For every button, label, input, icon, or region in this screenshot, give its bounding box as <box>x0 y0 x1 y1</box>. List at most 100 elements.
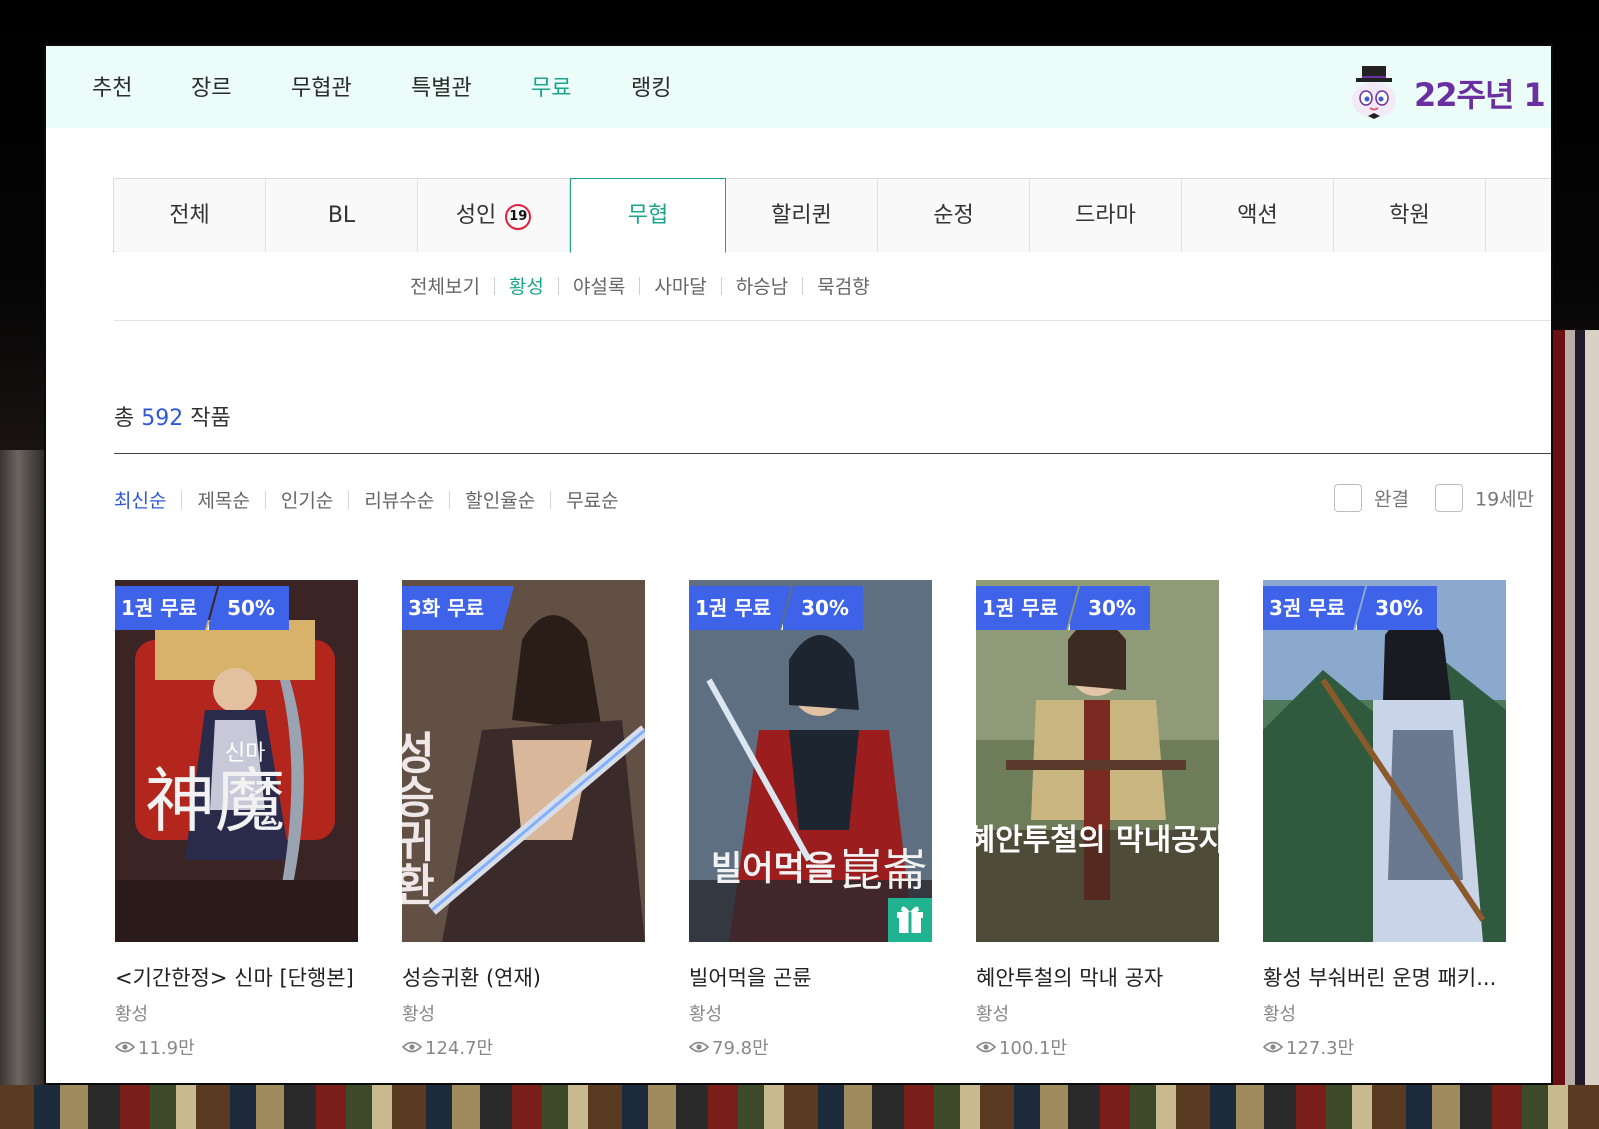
sort-reviews[interactable]: 리뷰수순 <box>364 486 434 513</box>
author-sub-tabs: 전체보기 황성 야설록 사마달 하승남 묵검향 <box>410 272 870 302</box>
book-card[interactable]: 빌어먹을 崑崙 1권 무료 30% 빌어먹을 곤륜 황성 79.8만 <box>689 580 932 1060</box>
eye-icon <box>402 1041 422 1053</box>
book-cover[interactable]: 神魔 신마 1권 무료 50% <box>115 580 358 942</box>
book-cover[interactable]: 혜안투철의 막내공자 1권 무료 30% <box>976 580 1219 942</box>
promo-text: 22주년 1 <box>1414 76 1546 114</box>
book-author[interactable]: 황성 <box>115 1000 358 1026</box>
completed-checkbox[interactable] <box>1334 484 1362 512</box>
book-views: 100.1만 <box>976 1034 1219 1060</box>
book-cover[interactable]: 빌어먹을 崑崙 1권 무료 30% <box>689 580 932 942</box>
webpage: 추천 장르 무협관 특별관 무료 랭킹 22주년 1 전체 BL 성인 19 무… <box>46 46 1553 1085</box>
sort-latest[interactable]: 최신순 <box>114 486 166 513</box>
divider <box>264 491 266 509</box>
discount-label: 30% <box>781 586 863 630</box>
completed-label: 완결 <box>1374 488 1409 511</box>
promo-tag: 1권 무료 30% <box>689 586 863 630</box>
cover-calligraphy: 崑崙 <box>839 845 927 896</box>
tab-drama[interactable]: 드라마 <box>1030 179 1182 252</box>
gift-icon[interactable] <box>888 898 932 942</box>
tab-school[interactable]: 학원 <box>1334 179 1486 252</box>
views-count: 79.8만 <box>712 1038 769 1059</box>
book-title[interactable]: 황성 부숴버린 운명 패키... <box>1263 962 1506 992</box>
book-title[interactable]: 성승귀환 (연재) <box>402 962 645 992</box>
book-views: 11.9만 <box>115 1034 358 1060</box>
views-count: 100.1만 <box>999 1038 1068 1059</box>
subtab-mukgeomhyang[interactable]: 묵검향 <box>817 272 869 299</box>
book-author[interactable]: 황성 <box>402 1000 645 1026</box>
tab-adult[interactable]: 성인 19 <box>418 179 570 252</box>
book-author[interactable]: 황성 <box>976 1000 1219 1026</box>
book-card[interactable]: 혜안투철의 막내공자 1권 무료 30% 혜안투철의 막내 공자 황성 100.… <box>976 580 1219 1060</box>
cover-title-text: 성승귀환 <box>402 730 436 906</box>
tab-bl[interactable]: BL <box>266 179 418 252</box>
book-author[interactable]: 황성 <box>689 1000 932 1026</box>
tab-martial-arts[interactable]: 무협 <box>570 178 726 253</box>
list-divider <box>114 453 1553 454</box>
nav-genre[interactable]: 장르 <box>191 70 231 102</box>
nav-special-hall[interactable]: 특별관 <box>411 70 472 102</box>
divider <box>449 491 451 509</box>
views-count: 124.7만 <box>425 1038 494 1059</box>
promo-tag: 1권 무료 30% <box>976 586 1150 630</box>
divider <box>493 277 495 295</box>
divider <box>348 491 350 509</box>
tab-fantasy[interactable]: 판 <box>1486 179 1553 252</box>
tab-all[interactable]: 전체 <box>114 179 266 252</box>
divider <box>181 491 183 509</box>
tab-adult-label: 성인 <box>455 203 497 228</box>
book-cover[interactable]: 3권 무료 30% <box>1263 580 1506 942</box>
tab-romance[interactable]: 순정 <box>878 179 1030 252</box>
count-suffix: 작품 <box>190 406 231 431</box>
filter-adult-only[interactable]: 19세만 <box>1435 484 1534 512</box>
cover-title-text: 신마 <box>225 741 265 766</box>
promo-tag: 3권 무료 30% <box>1263 586 1437 630</box>
nav-free[interactable]: 무료 <box>531 70 571 102</box>
cover-calligraphy: 神魔 <box>145 760 285 842</box>
count-number: 592 <box>141 406 184 431</box>
sort-discount[interactable]: 할인율순 <box>465 486 535 513</box>
subtab-hwangseong[interactable]: 황성 <box>509 272 544 299</box>
book-card[interactable]: 성승귀환 3화 무료 성승귀환 (연재) 황성 124.7만 <box>402 580 645 1060</box>
eye-icon <box>1263 1041 1283 1053</box>
sort-title[interactable]: 제목순 <box>197 486 249 513</box>
book-card[interactable]: 3권 무료 30% 황성 부숴버린 운명 패키... 황성 127.3만 <box>1263 580 1506 1060</box>
sort-popular[interactable]: 인기순 <box>281 486 333 513</box>
book-views: 79.8만 <box>689 1034 932 1060</box>
genre-tabs: 전체 BL 성인 19 무협 할리퀸 순정 드라마 액션 학원 판 <box>113 178 1553 253</box>
book-views: 124.7만 <box>402 1034 645 1060</box>
subtab-samadal[interactable]: 사마달 <box>654 272 706 299</box>
discount-label: 50% <box>207 586 289 630</box>
divider <box>720 277 722 295</box>
book-author[interactable]: 황성 <box>1263 1000 1506 1026</box>
book-cover[interactable]: 성승귀환 3화 무료 <box>402 580 645 942</box>
nav-recommend[interactable]: 추천 <box>92 70 132 102</box>
book-card[interactable]: 神魔 신마 1권 무료 50% <기간한정> 신마 [단행본] 황성 11.9만 <box>115 580 358 1060</box>
subtab-view-all[interactable]: 전체보기 <box>410 272 480 299</box>
book-title[interactable]: <기간한정> 신마 [단행본] <box>115 962 358 992</box>
tab-harlequin[interactable]: 할리퀸 <box>726 179 878 252</box>
cover-title-text: 빌어먹을 <box>711 849 836 889</box>
cover-title-text: 혜안투철의 막내공자 <box>976 823 1219 858</box>
views-count: 127.3만 <box>1286 1038 1355 1059</box>
adult-only-checkbox[interactable] <box>1435 484 1463 512</box>
divider <box>639 277 641 295</box>
subtab-haseungnam[interactable]: 하승남 <box>736 272 788 299</box>
background-bottom-books <box>0 1085 1599 1129</box>
views-count: 11.9만 <box>138 1038 195 1059</box>
book-title[interactable]: 빌어먹을 곤륜 <box>689 962 932 992</box>
book-title[interactable]: 혜안투철의 막내 공자 <box>976 962 1219 992</box>
nav-martial-arts-hall[interactable]: 무협관 <box>291 70 352 102</box>
free-volume-label: 1권 무료 <box>976 586 1078 630</box>
sort-options: 최신순 제목순 인기순 리뷰수순 할인율순 무료순 <box>114 486 619 513</box>
book-views: 127.3만 <box>1263 1034 1506 1060</box>
promo-tag: 1권 무료 50% <box>115 586 289 630</box>
section-divider <box>114 320 1553 321</box>
nav-ranking[interactable]: 랭킹 <box>631 70 671 102</box>
sort-free[interactable]: 무료순 <box>566 486 618 513</box>
filter-completed[interactable]: 완결 <box>1334 484 1409 512</box>
promo-tag: 3화 무료 <box>402 586 514 630</box>
tab-action[interactable]: 액션 <box>1182 179 1334 252</box>
background-right-books <box>1553 330 1599 1129</box>
subtab-yaseolrok[interactable]: 야설록 <box>573 272 625 299</box>
free-volume-label: 1권 무료 <box>115 586 217 630</box>
